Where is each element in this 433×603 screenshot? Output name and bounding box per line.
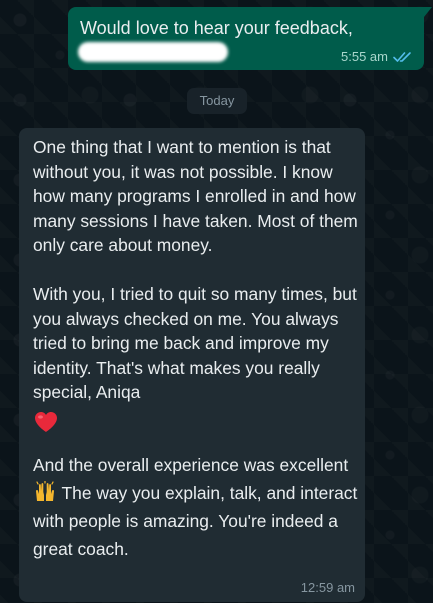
- message-paragraph-2: With you, I tried to quit so many times,…: [33, 284, 357, 402]
- red-heart-icon: [35, 411, 57, 432]
- redacted-name: [78, 42, 228, 62]
- raising-hands-icon: [36, 480, 54, 501]
- outgoing-message-bubble[interactable]: Would love to hear your feedback, 5:55 a…: [68, 7, 432, 70]
- message-paragraph-3-part2: The way you explain, talk, and interact …: [33, 482, 358, 559]
- double-check-read-icon: [393, 51, 411, 62]
- incoming-message-time: 12:59 am: [300, 580, 355, 595]
- outgoing-message-meta: 5:55 am: [341, 49, 412, 64]
- outgoing-message-text: Would love to hear your feedback,: [80, 18, 353, 38]
- message-paragraph-3-part1: And the overall experience was excellent: [33, 454, 349, 475]
- message-paragraph-3: And the overall experience was excellent…: [33, 451, 363, 563]
- date-separator: Today: [187, 88, 247, 114]
- outgoing-message-time: 5:55 am: [341, 49, 388, 64]
- message-paragraph-1: One thing that I want to mention is that…: [33, 137, 358, 255]
- incoming-message-bubble[interactable]: One thing that I want to mention is that…: [19, 128, 365, 602]
- incoming-message-text: One thing that I want to mention is that…: [33, 135, 363, 563]
